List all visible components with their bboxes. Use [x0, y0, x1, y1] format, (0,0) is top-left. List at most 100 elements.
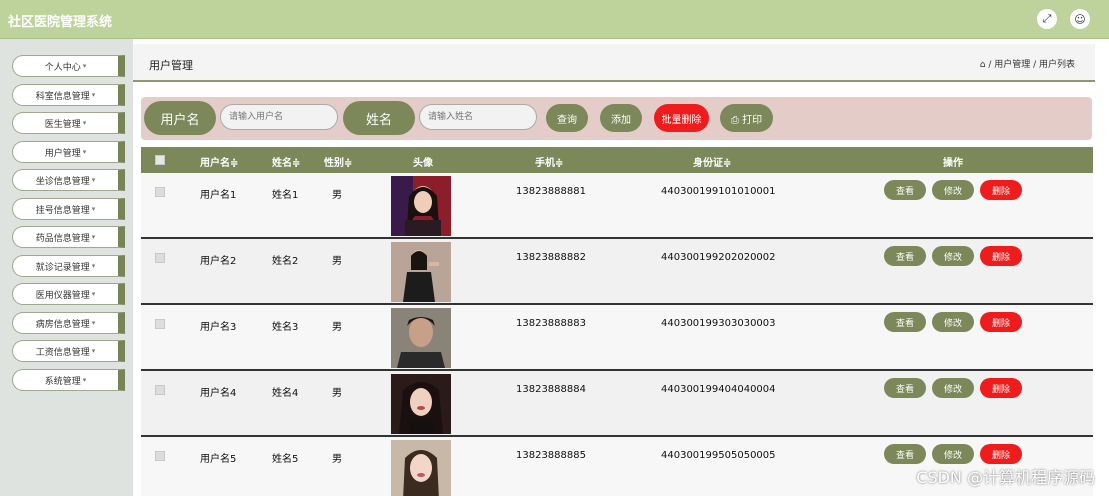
query-button[interactable]: 查询	[546, 104, 588, 132]
cell-username: 用户名2	[200, 256, 237, 267]
fullscreen-icon[interactable]: ⤢	[1037, 9, 1057, 29]
name-search-input[interactable]	[419, 104, 537, 130]
chevron-down-icon: ▾	[91, 347, 96, 355]
sidebar-item-visit-record[interactable]: 就诊记录管理 ▾	[12, 255, 125, 277]
sidebar-item-registration[interactable]: 挂号信息管理 ▾	[12, 198, 125, 220]
chevron-down-icon: ▾	[91, 205, 96, 213]
user-icon[interactable]: ☺	[1070, 9, 1090, 29]
cell-username: 用户名3	[200, 322, 237, 333]
main-content: 用户管理 ⌂ / 用户管理 / 用户列表 用户名 姓名 查询 添加 批量删除 ⎙…	[133, 39, 1109, 496]
chevron-down-icon: ▾	[91, 176, 96, 184]
delete-button[interactable]: 删除	[980, 444, 1022, 464]
view-button[interactable]: 查看	[884, 378, 926, 398]
avatar-image	[391, 440, 451, 496]
sidebar-item-doctor[interactable]: 医生管理 ▾	[12, 112, 125, 134]
view-button[interactable]: 查看	[884, 444, 926, 464]
cell-id-card: 440300199404040004	[661, 384, 776, 395]
header-avatar: 头像	[413, 158, 433, 169]
edit-button[interactable]: 修改	[932, 378, 974, 398]
batch-delete-button[interactable]: 批量删除	[654, 104, 709, 132]
cell-gender: 男	[332, 454, 342, 465]
chevron-down-icon: ▾	[82, 376, 87, 384]
cell-phone: 13823888882	[516, 252, 586, 263]
chevron-down-icon: ▾	[91, 290, 96, 298]
print-button[interactable]: ⎙ 打印	[720, 104, 773, 132]
user-table: 用户名≑ 姓名≑ 性别≑ 头像 手机≑ 身份证≑ 操作 用户名1 姓名1 男 1…	[141, 147, 1093, 496]
sidebar-item-department[interactable]: 科室信息管理 ▾	[12, 84, 125, 106]
chevron-down-icon: ▾	[91, 91, 96, 99]
cell-id-card: 440300199505050005	[661, 450, 776, 461]
page-header: 用户管理 ⌂ / 用户管理 / 用户列表	[133, 44, 1095, 82]
table-row: 用户名3 姓名3 男 13823888883 44030019930303000…	[141, 305, 1093, 371]
cell-id-card: 440300199303030003	[661, 318, 776, 329]
header-id-card[interactable]: 身份证≑	[693, 154, 731, 169]
chevron-down-icon: ▾	[82, 148, 87, 156]
app-title: 社区医院管理系统	[8, 15, 113, 30]
table-row: 用户名1 姓名1 男 13823888881 44030019910101000…	[141, 173, 1093, 239]
watermark: CSDN @计算机程序源码	[916, 468, 1095, 487]
header-username[interactable]: 用户名≑	[200, 154, 238, 169]
table-header: 用户名≑ 姓名≑ 性别≑ 头像 手机≑ 身份证≑ 操作	[141, 147, 1093, 173]
username-label: 用户名	[144, 101, 216, 135]
cell-gender: 男	[332, 322, 342, 333]
edit-button[interactable]: 修改	[932, 180, 974, 200]
cell-id-card: 440300199202020002	[661, 252, 776, 263]
cell-phone: 13823888883	[516, 318, 586, 329]
delete-button[interactable]: 删除	[980, 180, 1022, 200]
delete-button[interactable]: 删除	[980, 378, 1022, 398]
select-all-checkbox[interactable]	[155, 155, 165, 165]
cell-phone: 13823888881	[516, 186, 586, 197]
chevron-down-icon: ▾	[82, 119, 87, 127]
sidebar-item-ward[interactable]: 病房信息管理 ▾	[12, 312, 125, 334]
chevron-down-icon: ▾	[91, 319, 96, 327]
avatar-image	[391, 242, 451, 302]
add-button[interactable]: 添加	[600, 104, 642, 132]
chevron-down-icon: ▾	[91, 233, 96, 241]
username-search-input[interactable]	[220, 104, 338, 130]
breadcrumb: ⌂ / 用户管理 / 用户列表	[979, 60, 1075, 70]
top-bar: 社区医院管理系统 ⤢ ☺	[0, 0, 1109, 39]
sidebar-item-personal-center[interactable]: 个人中心 ▾	[12, 55, 125, 77]
cell-gender: 男	[332, 388, 342, 399]
avatar-image	[391, 374, 451, 434]
header-phone[interactable]: 手机≑	[535, 154, 563, 169]
delete-button[interactable]: 删除	[980, 312, 1022, 332]
cell-id-card: 440300199101010001	[661, 186, 776, 197]
cell-name: 姓名1	[272, 190, 299, 201]
sidebar-item-medicine[interactable]: 药品信息管理 ▾	[12, 226, 125, 248]
row-checkbox[interactable]	[155, 253, 165, 263]
cell-username: 用户名4	[200, 388, 237, 399]
table-row: 用户名2 姓名2 男 13823888882 44030019920202000…	[141, 239, 1093, 305]
view-button[interactable]: 查看	[884, 312, 926, 332]
table-row: 用户名4 姓名4 男 13823888884 44030019940404000…	[141, 371, 1093, 437]
cell-name: 姓名5	[272, 454, 299, 465]
cell-gender: 男	[332, 256, 342, 267]
sidebar-item-system[interactable]: 系统管理 ▾	[12, 369, 125, 391]
header-name[interactable]: 姓名≑	[272, 154, 300, 169]
row-checkbox[interactable]	[155, 451, 165, 461]
cell-gender: 男	[332, 190, 342, 201]
sidebar-item-user[interactable]: 用户管理 ▾	[12, 141, 125, 163]
header-actions: 操作	[943, 158, 963, 169]
sidebar-item-instrument[interactable]: 医用仪器管理 ▾	[12, 283, 125, 305]
row-checkbox[interactable]	[155, 319, 165, 329]
cell-name: 姓名4	[272, 388, 299, 399]
avatar-image	[391, 308, 451, 368]
row-checkbox[interactable]	[155, 385, 165, 395]
view-button[interactable]: 查看	[884, 180, 926, 200]
sidebar-item-consultation[interactable]: 坐诊信息管理 ▾	[12, 169, 125, 191]
edit-button[interactable]: 修改	[932, 444, 974, 464]
delete-button[interactable]: 删除	[980, 246, 1022, 266]
row-checkbox[interactable]	[155, 187, 165, 197]
cell-username: 用户名1	[200, 190, 237, 201]
chevron-down-icon: ▾	[91, 262, 96, 270]
avatar-image	[391, 176, 451, 236]
edit-button[interactable]: 修改	[932, 312, 974, 332]
header-gender[interactable]: 性别≑	[324, 154, 352, 169]
edit-button[interactable]: 修改	[932, 246, 974, 266]
cell-phone: 13823888884	[516, 384, 586, 395]
view-button[interactable]: 查看	[884, 246, 926, 266]
chevron-down-icon: ▾	[82, 62, 87, 70]
cell-phone: 13823888885	[516, 450, 586, 461]
sidebar-item-salary[interactable]: 工资信息管理 ▾	[12, 340, 125, 362]
